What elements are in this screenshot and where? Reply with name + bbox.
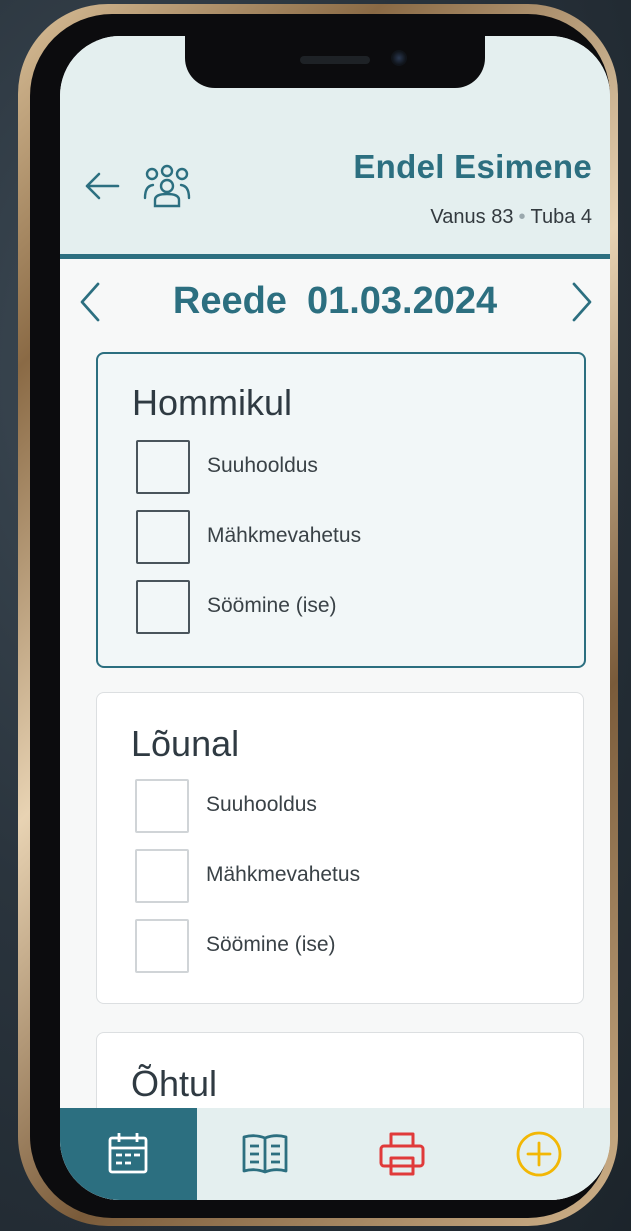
task-checkbox[interactable]: [136, 580, 190, 634]
patient-age: Vanus 83: [430, 206, 514, 228]
task-row[interactable]: Söömine (ise): [136, 580, 556, 636]
back-button[interactable]: [82, 166, 122, 206]
bottom-tab-bar: [60, 1108, 610, 1200]
section-title: Õhtul: [131, 1063, 218, 1104]
task-row[interactable]: Mähkmevahetus: [136, 510, 556, 566]
tab-print[interactable]: [334, 1108, 471, 1200]
section-title: Lõunal: [131, 723, 240, 764]
patient-name: Endel Esimene: [353, 148, 592, 185]
task-checkbox[interactable]: [136, 440, 190, 494]
phone-notch: [185, 36, 485, 88]
printer-icon: [379, 1132, 425, 1176]
tab-add[interactable]: [471, 1108, 608, 1200]
task-checkbox[interactable]: [135, 849, 189, 903]
book-icon: [242, 1134, 288, 1174]
users-group-icon: [143, 164, 191, 208]
task-row[interactable]: Söömine (ise): [135, 919, 555, 975]
front-camera: [391, 50, 407, 66]
section-title: Hommikul: [132, 382, 293, 423]
chevron-right-icon: [572, 282, 592, 322]
phone-screen: Endel Esimene Vanus 83 • Tuba 4 Reede 01.03…: [60, 36, 610, 1200]
tab-calendar[interactable]: [60, 1108, 197, 1200]
speaker-grille: [300, 56, 370, 64]
add-circle-icon: [516, 1131, 562, 1177]
task-row[interactable]: Suuhooldus: [135, 779, 555, 835]
patient-room: Tuba 4: [530, 206, 592, 228]
task-label: Mähkmevahetus: [207, 524, 362, 547]
meta-separator: •: [518, 206, 526, 228]
task-row[interactable]: Mähkmevahetus: [135, 849, 555, 905]
task-label: Söömine (ise): [207, 594, 337, 617]
task-label: Suuhooldus: [206, 793, 317, 816]
tab-journal[interactable]: [197, 1108, 334, 1200]
task-checkbox[interactable]: [135, 919, 189, 973]
next-day-button[interactable]: [568, 280, 598, 324]
date-navigator: Reede 01.03.2024: [60, 274, 610, 334]
section-card-noon[interactable]: Lõunal Suuhooldus Mähkmevahetus Söömine …: [96, 692, 584, 1004]
date-value: 01.03.2024: [306, 280, 498, 322]
patient-meta: Vanus 83 • Tuba 4: [430, 206, 592, 229]
task-row[interactable]: Suuhooldus: [136, 440, 556, 496]
arrow-left-icon: [85, 172, 120, 200]
task-checkbox[interactable]: [136, 510, 190, 564]
task-label: Söömine (ise): [206, 933, 336, 956]
calendar-icon: [108, 1133, 148, 1174]
task-label: Suuhooldus: [207, 454, 318, 477]
current-date: Reede 01.03.2024: [60, 280, 610, 323]
patients-group-button[interactable]: [142, 164, 192, 210]
section-card-morning[interactable]: Hommikul Suuhooldus Mähkmevahetus Söömin…: [96, 352, 586, 668]
day-name: Reede: [172, 280, 287, 322]
task-label: Mähkmevahetus: [206, 863, 361, 886]
task-checkbox[interactable]: [135, 779, 189, 833]
